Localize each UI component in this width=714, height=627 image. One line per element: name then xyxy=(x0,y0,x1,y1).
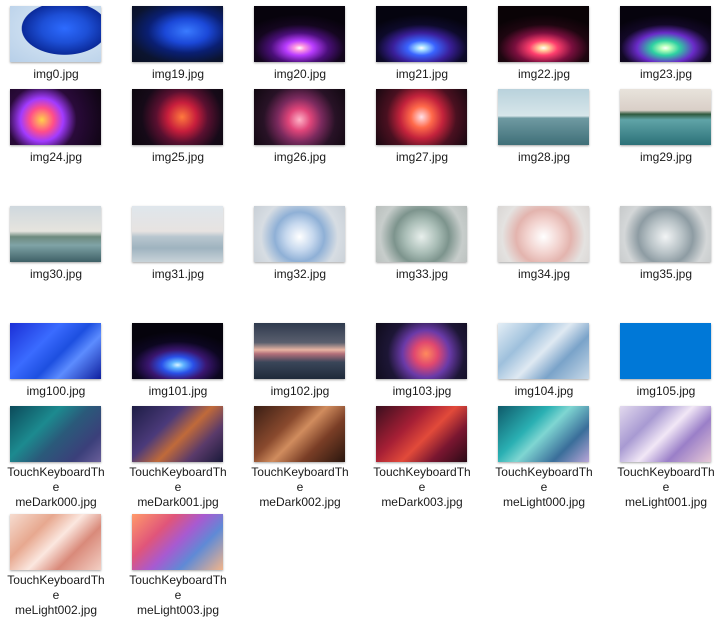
file-name-label: TouchKeyboardThe meLight003.jpg xyxy=(129,573,227,617)
file-name-label: TouchKeyboardThe meDark002.jpg xyxy=(251,465,349,509)
file-name-label: TouchKeyboardThe meDark003.jpg xyxy=(373,465,471,509)
file-grid: img0.jpg img19.jpg img20.jpg img21.jpg img22… xyxy=(0,0,714,627)
file-thumbnail xyxy=(10,323,101,379)
file-thumbnail xyxy=(10,89,101,145)
file-thumbnail xyxy=(376,6,467,62)
file-name-label: img27.jpg xyxy=(395,150,449,164)
file-name-label: img28.jpg xyxy=(517,150,571,164)
file-name-label: img32.jpg xyxy=(273,267,327,281)
file-name-label: TouchKeyboardThe meLight000.jpg xyxy=(495,465,593,509)
file-thumbnail xyxy=(498,406,589,462)
file-name-label: img22.jpg xyxy=(517,67,571,81)
file-name-label: img21.jpg xyxy=(395,67,449,81)
file-name-label: img35.jpg xyxy=(639,267,693,281)
file-thumbnail xyxy=(620,89,711,145)
file-thumbnail xyxy=(132,406,223,462)
file-thumbnail xyxy=(498,323,589,379)
file-thumbnail xyxy=(376,206,467,262)
file-thumbnail xyxy=(132,6,223,62)
file-thumbnail xyxy=(132,206,223,262)
file-thumbnail xyxy=(498,6,589,62)
file-thumbnail xyxy=(620,206,711,262)
file-thumbnail xyxy=(10,406,101,462)
file-thumbnail xyxy=(620,323,711,379)
file-thumbnail xyxy=(254,206,345,262)
file-thumbnail xyxy=(620,6,711,62)
file-name-label: img20.jpg xyxy=(273,67,327,81)
file-thumbnail xyxy=(132,89,223,145)
file-name-label: img24.jpg xyxy=(29,150,83,164)
file-name-label: img102.jpg xyxy=(270,384,330,398)
file-name-label: img0.jpg xyxy=(33,67,79,81)
file-name-label: TouchKeyboardThe meDark000.jpg xyxy=(7,465,105,509)
file-name-label: TouchKeyboardThe meLight002.jpg xyxy=(7,573,105,617)
file-thumbnail xyxy=(132,514,223,570)
file-name-label: TouchKeyboardThe meLight001.jpg xyxy=(617,465,714,509)
file-thumbnail xyxy=(498,206,589,262)
file-name-label: img23.jpg xyxy=(639,67,693,81)
file-name-label: img103.jpg xyxy=(392,384,452,398)
file-name-label: img31.jpg xyxy=(151,267,205,281)
file-name-label: img33.jpg xyxy=(395,267,449,281)
file-name-label: img100.jpg xyxy=(26,384,86,398)
file-name-label: img29.jpg xyxy=(639,150,693,164)
file-thumbnail xyxy=(254,323,345,379)
file-thumbnail xyxy=(376,406,467,462)
file-name-label: img101.jpg xyxy=(148,384,208,398)
file-name-label: img105.jpg xyxy=(636,384,696,398)
file-name-label: img25.jpg xyxy=(151,150,205,164)
file-thumbnail xyxy=(498,89,589,145)
file-thumbnail xyxy=(10,206,101,262)
file-name-label: img30.jpg xyxy=(29,267,83,281)
file-thumbnail xyxy=(254,406,345,462)
file-thumbnail xyxy=(376,89,467,145)
file-thumbnail xyxy=(10,6,101,62)
file-name-label: img104.jpg xyxy=(514,384,574,398)
file-name-label: img34.jpg xyxy=(517,267,571,281)
file-thumbnail xyxy=(620,406,711,462)
file-thumbnail xyxy=(254,89,345,145)
file-thumbnail xyxy=(10,514,101,570)
file-thumbnail xyxy=(132,323,223,379)
file-name-label: img19.jpg xyxy=(151,67,205,81)
file-thumbnail xyxy=(254,6,345,62)
file-thumbnail xyxy=(376,323,467,379)
file-name-label: img26.jpg xyxy=(273,150,327,164)
file-name-label: TouchKeyboardThe meDark001.jpg xyxy=(129,465,227,509)
